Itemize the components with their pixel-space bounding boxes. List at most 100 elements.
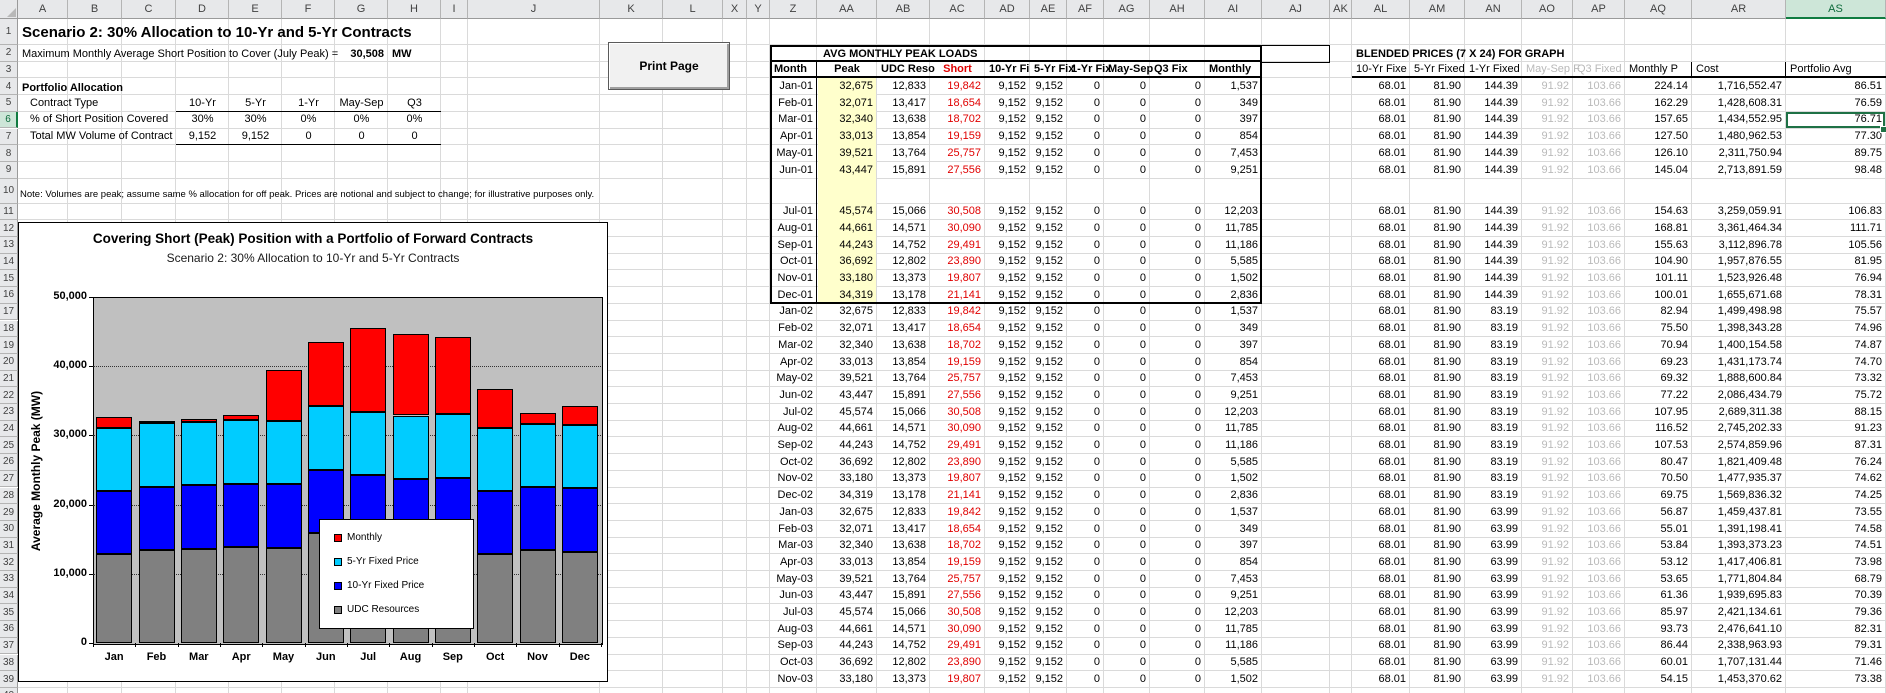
cell-AC31[interactable]: 18,702 [930, 538, 985, 555]
cell-AI21[interactable]: 7,453 [1205, 371, 1262, 388]
row-header-29[interactable]: 29 [0, 504, 18, 521]
cell-AR11[interactable]: 3,259,059.91 [1692, 204, 1786, 221]
cell-AO27[interactable]: 91.92 [1522, 471, 1573, 488]
cell-G5[interactable]: May-Sep [335, 95, 388, 112]
cell-AD14[interactable]: 9,152 [985, 254, 1030, 271]
cell-AH34[interactable]: 0 [1150, 588, 1205, 605]
cell-AP22[interactable]: 103.66 [1573, 387, 1625, 404]
column-header-AL[interactable]: AL [1352, 0, 1410, 19]
cell-F5[interactable]: 1-Yr [282, 95, 335, 112]
cell-AD32[interactable]: 9,152 [985, 554, 1030, 571]
cell-AO13[interactable]: 91.92 [1522, 237, 1573, 254]
cell-AM15[interactable]: 81.90 [1410, 270, 1465, 287]
cell-AQ25[interactable]: 107.53 [1625, 437, 1692, 454]
row-header-38[interactable]: 38 [0, 655, 18, 672]
row-header-39[interactable]: 39 [0, 671, 18, 688]
cell-AN11[interactable]: 144.39 [1465, 204, 1522, 221]
cell-AL31[interactable]: 68.01 [1352, 538, 1410, 555]
row-header-9[interactable]: 9 [0, 162, 18, 179]
cell-AR5[interactable]: 1,428,608.31 [1692, 95, 1786, 112]
cell-AL30[interactable]: 68.01 [1352, 521, 1410, 538]
cell-AF32[interactable]: 0 [1067, 554, 1104, 571]
cell-AM22[interactable]: 81.90 [1410, 387, 1465, 404]
cell-AI31[interactable]: 397 [1205, 538, 1262, 555]
cell-AA25[interactable]: 44,243 [817, 437, 877, 454]
cell-AH26[interactable]: 0 [1150, 454, 1205, 471]
cell-AF36[interactable]: 0 [1067, 621, 1104, 638]
cell-AC8[interactable]: 25,757 [930, 145, 985, 162]
cell-AG26[interactable]: 0 [1104, 454, 1150, 471]
cell-AA15[interactable]: 33,180 [817, 270, 877, 287]
cell-AE35[interactable]: 9,152 [1030, 604, 1067, 621]
cell-AS24[interactable]: 91.23 [1786, 421, 1886, 438]
cell-AS9[interactable]: 98.48 [1786, 162, 1886, 179]
cell-AG35[interactable]: 0 [1104, 604, 1150, 621]
cell-AB9[interactable]: 15,891 [877, 162, 930, 179]
cell-AE15[interactable]: 9,152 [1030, 270, 1067, 287]
cell-AL4[interactable]: 68.01 [1352, 78, 1410, 95]
cell-AN29[interactable]: 63.99 [1465, 504, 1522, 521]
cell-AE3[interactable]: 5-Yr Fix [1030, 62, 1067, 79]
cell-AN37[interactable]: 63.99 [1465, 638, 1522, 655]
cell-AR23[interactable]: 2,689,311.38 [1692, 404, 1786, 421]
cell-AS3[interactable]: Portfolio Avg [1786, 62, 1886, 79]
cell-AP11[interactable]: 103.66 [1573, 204, 1625, 221]
cell-AQ21[interactable]: 69.32 [1625, 371, 1692, 388]
cell-AC9[interactable]: 27,556 [930, 162, 985, 179]
print-page-button[interactable]: Print Page [608, 42, 730, 90]
cell-AI6[interactable]: 397 [1205, 112, 1262, 129]
cell-AI8[interactable]: 7,453 [1205, 145, 1262, 162]
cell-AN36[interactable]: 63.99 [1465, 621, 1522, 638]
cell-AP4[interactable]: 103.66 [1573, 78, 1625, 95]
cell-AM12[interactable]: 81.90 [1410, 220, 1465, 237]
column-header-J[interactable]: J [468, 0, 600, 19]
cell-AL6[interactable]: 68.01 [1352, 112, 1410, 129]
cell-AI30[interactable]: 349 [1205, 521, 1262, 538]
cell-AI22[interactable]: 9,251 [1205, 387, 1262, 404]
cell-AE7[interactable]: 9,152 [1030, 129, 1067, 146]
cell-AA19[interactable]: 32,340 [817, 337, 877, 354]
cell-AB27[interactable]: 13,373 [877, 471, 930, 488]
cell-AN26[interactable]: 83.19 [1465, 454, 1522, 471]
cell-AP14[interactable]: 103.66 [1573, 254, 1625, 271]
cell-AA8[interactable]: 39,521 [817, 145, 877, 162]
cell-AM30[interactable]: 81.90 [1410, 521, 1465, 538]
cell-AE39[interactable]: 9,152 [1030, 671, 1067, 688]
cell-AF4[interactable]: 0 [1067, 78, 1104, 95]
cell-Z33[interactable]: May-03 [770, 571, 817, 588]
cell-AI11[interactable]: 12,203 [1205, 204, 1262, 221]
cell-AD31[interactable]: 9,152 [985, 538, 1030, 555]
cell-AQ12[interactable]: 168.81 [1625, 220, 1692, 237]
cell-AQ24[interactable]: 116.52 [1625, 421, 1692, 438]
row-header-7[interactable]: 7 [0, 129, 18, 146]
cell-AG3[interactable]: May-Sep [1104, 62, 1150, 79]
cell-AP5[interactable]: 103.66 [1573, 95, 1625, 112]
cell-AB31[interactable]: 13,638 [877, 538, 930, 555]
cell-Z29[interactable]: Jan-03 [770, 504, 817, 521]
cell-AQ19[interactable]: 70.94 [1625, 337, 1692, 354]
cell-AA7[interactable]: 33,013 [817, 129, 877, 146]
cell-AO7[interactable]: 91.92 [1522, 129, 1573, 146]
cell-AI17[interactable]: 1,537 [1205, 304, 1262, 321]
cell-AM21[interactable]: 81.90 [1410, 371, 1465, 388]
cell-AS28[interactable]: 74.25 [1786, 488, 1886, 505]
cell-AB32[interactable]: 13,854 [877, 554, 930, 571]
cell-AD36[interactable]: 9,152 [985, 621, 1030, 638]
cell-AB12[interactable]: 14,571 [877, 220, 930, 237]
cell-AC24[interactable]: 30,090 [930, 421, 985, 438]
cell-AA9[interactable]: 43,447 [817, 162, 877, 179]
cell-AF9[interactable]: 0 [1067, 162, 1104, 179]
cell-AH8[interactable]: 0 [1150, 145, 1205, 162]
column-header-AF[interactable]: AF [1067, 0, 1104, 19]
cell-AC28[interactable]: 21,141 [930, 488, 985, 505]
cell-AN34[interactable]: 63.99 [1465, 588, 1522, 605]
cell-AD20[interactable]: 9,152 [985, 354, 1030, 371]
cell-AC20[interactable]: 19,159 [930, 354, 985, 371]
cell-AP20[interactable]: 103.66 [1573, 354, 1625, 371]
cell-AO30[interactable]: 91.92 [1522, 521, 1573, 538]
column-header-AE[interactable]: AE [1030, 0, 1067, 19]
cell-AG16[interactable]: 0 [1104, 287, 1150, 304]
cell-AI4[interactable]: 1,537 [1205, 78, 1262, 95]
cell-AB8[interactable]: 13,764 [877, 145, 930, 162]
cell-AC36[interactable]: 30,090 [930, 621, 985, 638]
